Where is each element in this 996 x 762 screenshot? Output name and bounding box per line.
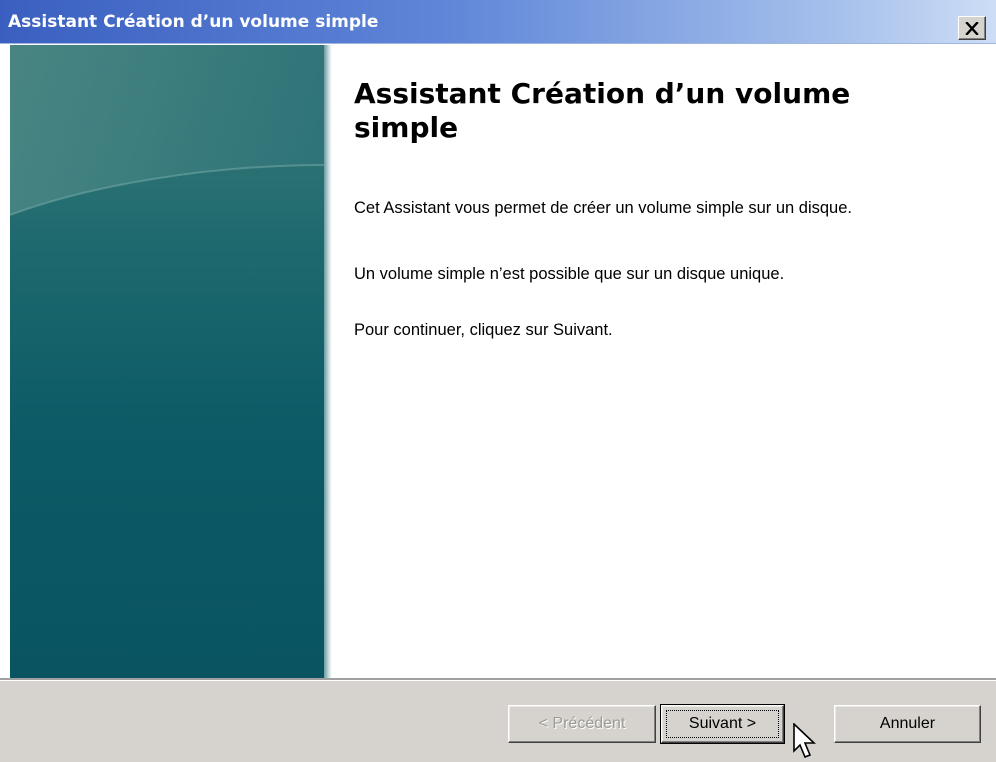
button-bar: < Précédent Suivant > Annuler [0, 681, 996, 762]
wizard-content: Assistant Création d’un volume simple Ce… [332, 45, 996, 678]
intro-text: Cet Assistant vous permet de créer un vo… [354, 199, 852, 217]
close-button[interactable] [958, 16, 986, 40]
instruction-text: Pour continuer, cliquez sur Suivant. [354, 321, 613, 339]
cancel-button[interactable]: Annuler [834, 705, 981, 743]
wizard-banner-image [10, 45, 324, 678]
info-text: Un volume simple n’est possible que sur … [354, 265, 785, 283]
title-bar[interactable]: Assistant Création d’un volume simple [0, 0, 996, 44]
window-title: Assistant Création d’un volume simple [8, 12, 379, 32]
next-button-label: Suivant > [688, 715, 757, 732]
close-icon [965, 21, 979, 35]
page-title: Assistant Création d’un volume simple [354, 77, 851, 144]
wizard-window: Assistant Création d’un volume simple As… [0, 0, 996, 762]
banner-edge [324, 45, 332, 678]
next-button[interactable]: Suivant > [660, 704, 785, 744]
previous-button[interactable]: < Précédent [508, 705, 656, 743]
